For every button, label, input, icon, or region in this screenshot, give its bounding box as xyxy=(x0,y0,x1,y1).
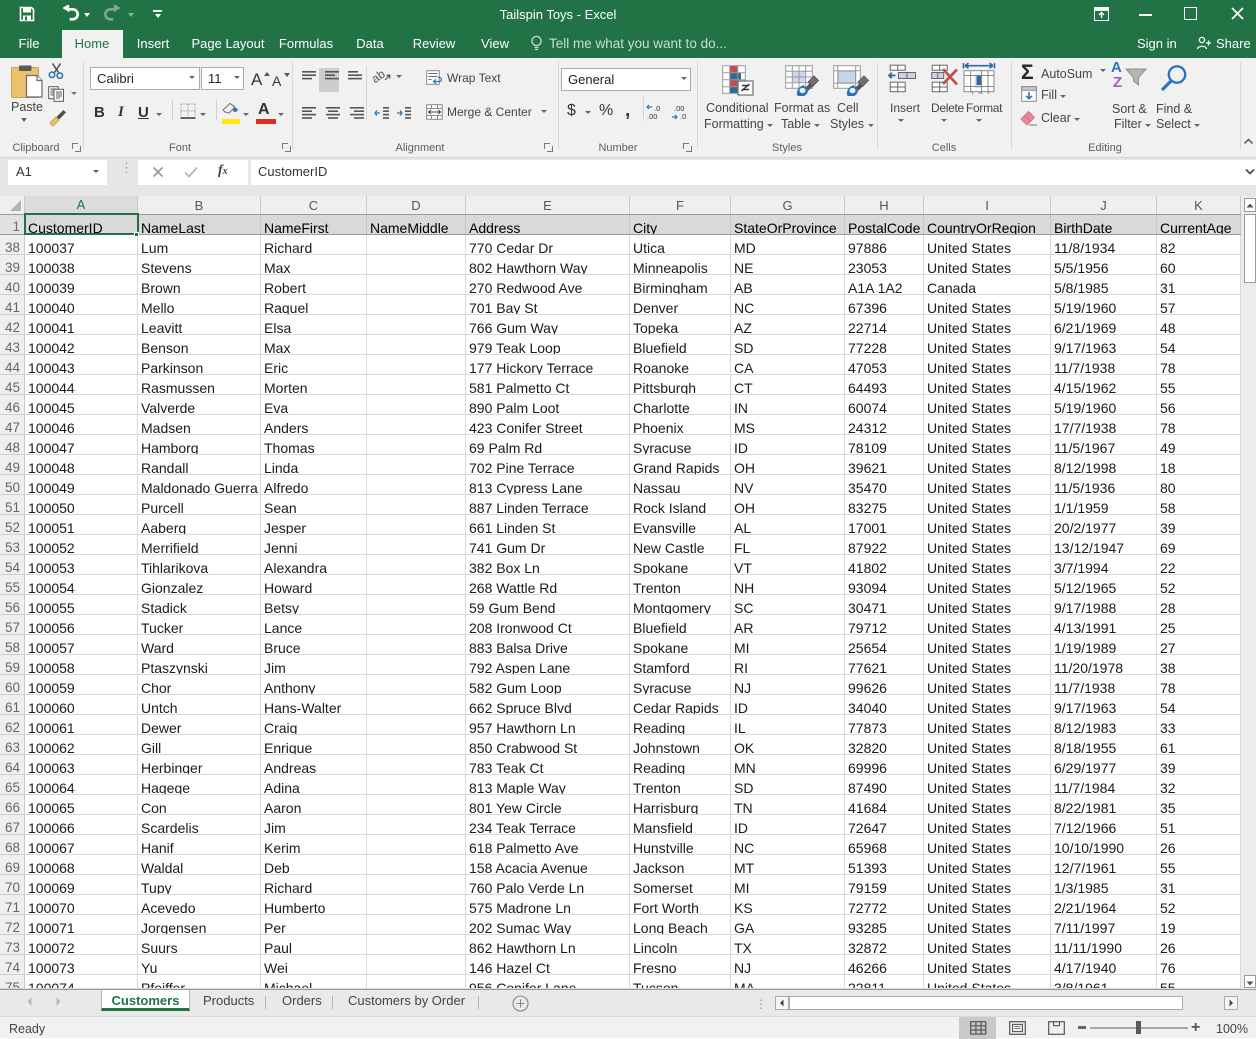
svg-text:ab: ab xyxy=(372,67,388,85)
svg-text:.00: .00 xyxy=(647,112,657,121)
svg-text:.0: .0 xyxy=(680,112,686,121)
